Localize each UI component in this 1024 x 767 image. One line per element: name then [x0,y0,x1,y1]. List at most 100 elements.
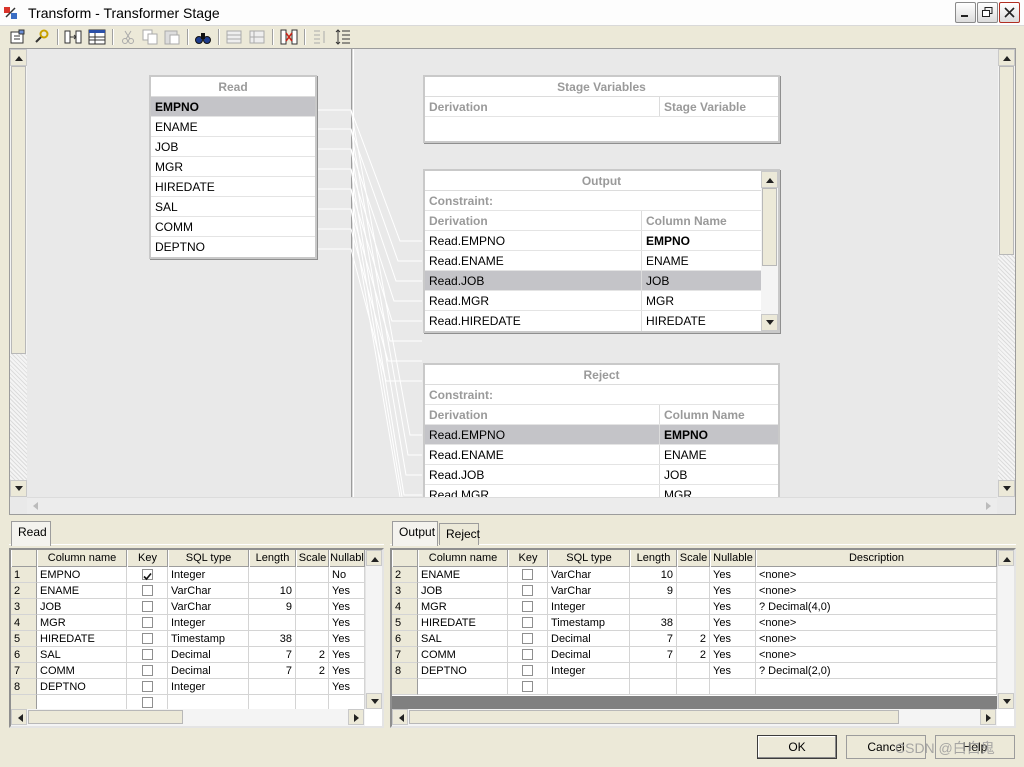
sql-type-cell[interactable]: Integer [168,615,249,631]
length-cell[interactable]: 9 [630,583,677,599]
length-cell[interactable] [249,615,296,631]
close-button[interactable] [999,2,1020,23]
scale-cell[interactable] [677,567,710,583]
description-cell[interactable] [756,679,997,695]
output-derivation-row[interactable]: Read.JOB JOB [425,271,761,291]
output-derivation-row[interactable]: Read.MGR MGR [425,291,761,311]
unchecked-checkbox-icon[interactable] [142,617,153,628]
key-checkbox-cell[interactable] [127,599,168,615]
nullable-cell[interactable]: Yes [710,615,756,631]
column-name-cell[interactable] [418,679,508,695]
nullable-cell[interactable]: No [329,567,365,583]
row-number[interactable]: 5 [11,631,37,647]
scroll-thumb[interactable] [28,710,183,724]
column-name-cell[interactable]: HIREDATE [37,631,127,647]
scale-cell[interactable] [296,631,329,647]
sql-type-cell[interactable]: Decimal [548,631,630,647]
scroll-up-arrow[interactable] [761,171,778,188]
length-cell[interactable]: 7 [249,663,296,679]
row-number[interactable]: 7 [11,663,37,679]
read-link-box[interactable]: Read EMPNO ENAME JOB MGR HIREDATE SAL CO… [149,75,317,259]
unchecked-checkbox-icon[interactable] [142,585,153,596]
unchecked-checkbox-icon[interactable] [142,681,153,692]
reject-link-box[interactable]: Reject Constraint: Derivation Column Nam… [423,363,780,497]
row-number[interactable]: 4 [392,599,418,615]
sql-type-cell[interactable]: Integer [168,567,249,583]
scale-cell[interactable]: 2 [296,663,329,679]
scale-cell[interactable] [296,679,329,695]
row-number[interactable]: 8 [11,679,37,695]
key-checkbox-cell[interactable] [508,631,548,647]
scale-cell[interactable]: 2 [296,647,329,663]
output-grid-horizontal-scrollbar[interactable] [392,709,997,726]
key-checkbox-cell[interactable] [508,599,548,615]
nullable-cell[interactable]: Yes [329,647,365,663]
description-cell[interactable]: ? Decimal(4,0) [756,599,997,615]
length-cell[interactable]: 38 [249,631,296,647]
sql-type-cell[interactable]: Decimal [168,663,249,679]
load-column-definition-tool[interactable] [225,28,243,46]
key-checkbox-cell[interactable] [508,647,548,663]
scale-cell[interactable] [677,679,710,695]
unchecked-checkbox-icon[interactable] [142,601,153,612]
read-column-row[interactable]: HIREDATE [151,177,315,197]
tab-reject[interactable]: Reject [439,523,480,545]
sql-type-cell[interactable] [548,679,630,695]
sql-type-cell[interactable]: Integer [548,663,630,679]
column-name-cell[interactable]: HIREDATE [418,615,508,631]
sql-type-cell[interactable]: Decimal [548,647,630,663]
scale-cell[interactable] [296,567,329,583]
key-checkbox-cell[interactable] [127,615,168,631]
nullable-cell[interactable]: Yes [710,631,756,647]
restore-button[interactable] [977,2,998,23]
sql-type-cell[interactable]: VarChar [168,599,249,615]
key-checkbox-cell[interactable] [127,583,168,599]
nullable-cell[interactable]: Yes [329,599,365,615]
length-cell[interactable] [630,679,677,695]
read-column-row[interactable]: SAL [151,197,315,217]
scale-cell[interactable] [296,599,329,615]
read-columns-grid[interactable]: Column name Key SQL type Length Scale Nu… [9,548,384,728]
unchecked-checkbox-icon[interactable] [142,665,153,676]
scroll-down-arrow[interactable] [366,693,382,709]
output-link-box[interactable]: Output Constraint: Derivation Column Nam… [423,169,780,333]
nullable-cell[interactable]: Yes [710,583,756,599]
key-checkbox-cell[interactable] [127,647,168,663]
scroll-thumb[interactable] [409,710,899,724]
reject-derivation-row[interactable]: Read.EMPNO EMPNO [425,425,778,445]
length-cell[interactable] [630,599,677,615]
scale-cell[interactable] [677,663,710,679]
scroll-left-arrow[interactable] [392,709,408,725]
column-name-cell[interactable]: JOB [37,599,127,615]
scroll-thumb[interactable] [762,188,777,266]
scroll-up-arrow[interactable] [998,550,1014,566]
column-name-cell[interactable]: SAL [37,647,127,663]
cascade-tool[interactable] [311,28,329,46]
column-name-cell[interactable]: ENAME [37,583,127,599]
key-checkbox-cell[interactable] [127,679,168,695]
key-header[interactable]: Key [508,550,548,567]
nullable-cell[interactable] [710,679,756,695]
tab-output[interactable]: Output [392,521,438,546]
diagram-horizontal-scrollbar[interactable] [27,497,997,514]
nullable-cell[interactable]: Yes [329,583,365,599]
scale-cell[interactable]: 2 [677,631,710,647]
length-cell[interactable]: 7 [630,647,677,663]
column-name-header[interactable]: Column name [37,550,127,567]
nullable-cell[interactable]: Yes [710,663,756,679]
column-name-cell[interactable]: SAL [418,631,508,647]
stage-variables-box[interactable]: Stage Variables Derivation Stage Variabl… [423,75,780,143]
nullable-cell[interactable]: Yes [329,631,365,647]
column-name-cell[interactable]: MGR [37,615,127,631]
column-name-cell[interactable]: DEPTNO [418,663,508,679]
key-header[interactable]: Key [127,550,168,567]
properties-tool[interactable] [9,28,27,46]
description-cell[interactable]: ? Decimal(2,0) [756,663,997,679]
key-checkbox-cell[interactable] [127,663,168,679]
length-cell[interactable] [630,663,677,679]
scale-cell[interactable] [677,599,710,615]
read-column-row[interactable]: DEPTNO [151,237,315,257]
scale-header[interactable]: Scale [677,550,710,567]
length-cell[interactable]: 7 [630,631,677,647]
column-name-header[interactable]: Column name [418,550,508,567]
